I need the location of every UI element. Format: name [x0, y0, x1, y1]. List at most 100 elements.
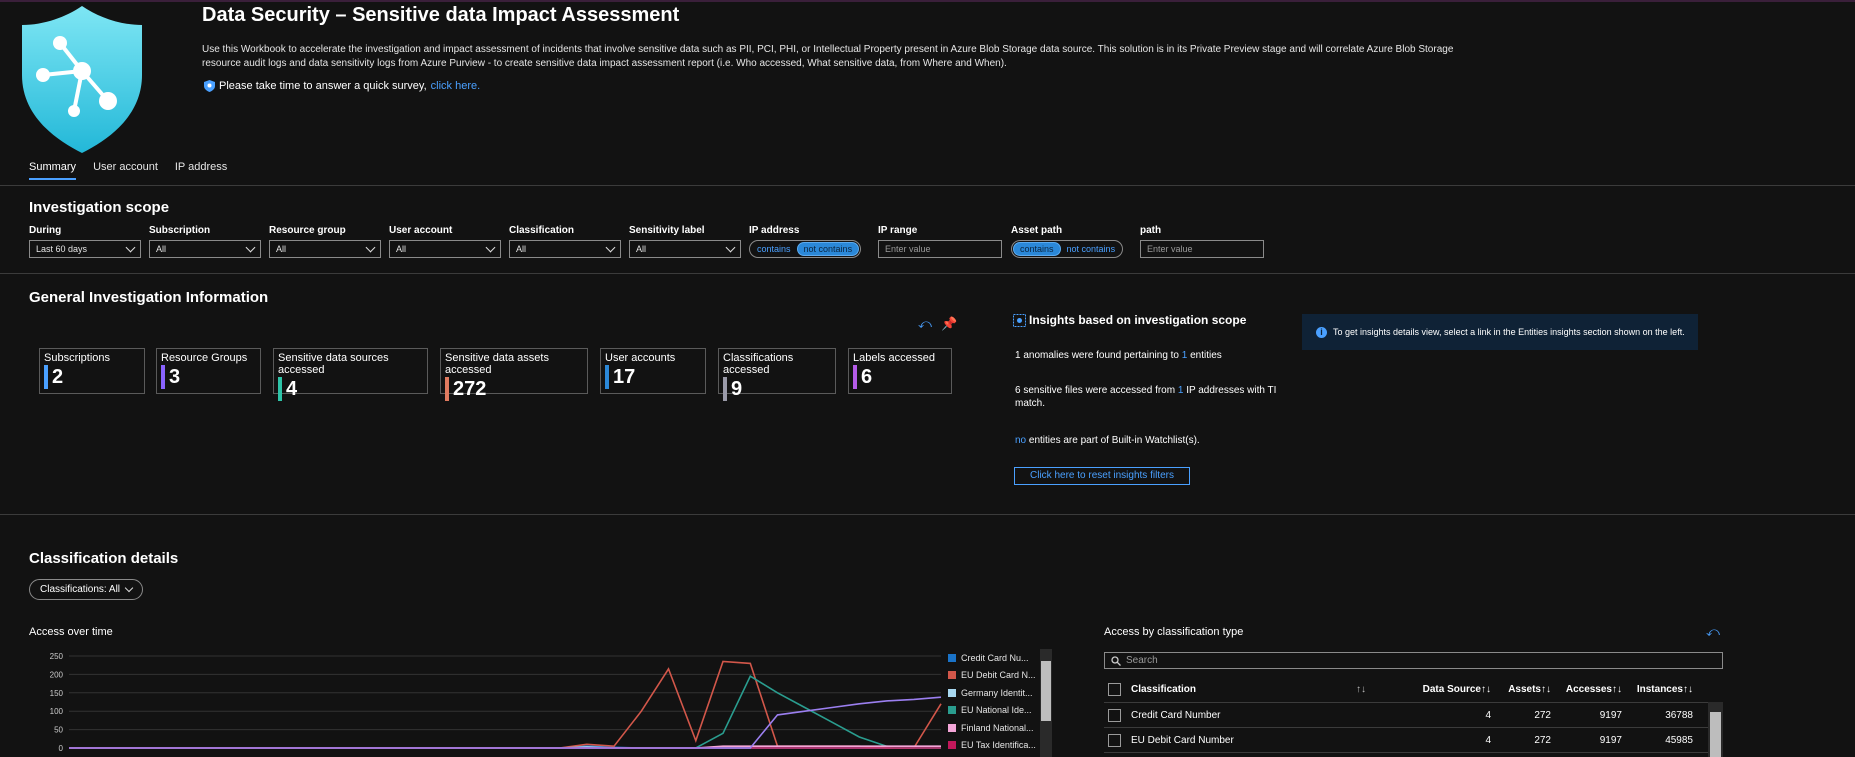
table-scrollbar[interactable] — [1708, 702, 1723, 757]
insight-watchlist-link[interactable]: no — [1015, 435, 1026, 446]
user-account-dropdown[interactable]: All — [389, 240, 501, 258]
cell-data-source: 4 — [1485, 734, 1491, 746]
ip-not-contains-option[interactable]: not contains — [796, 242, 860, 256]
series-line-3[interactable] — [69, 675, 941, 749]
access-over-time-chart: 250 200 150 100 50 0 — [50, 652, 942, 753]
subscription-dropdown[interactable]: All — [149, 240, 261, 258]
tile-sensitive-data-sources[interactable]: Sensitive data sources accessed 4 — [273, 348, 428, 401]
chevron-down-icon — [124, 583, 134, 593]
legend-item[interactable]: Finland National... — [948, 719, 1054, 737]
row-checkbox[interactable] — [1108, 708, 1121, 722]
col-accesses[interactable]: Accesses↑↓ — [1551, 684, 1622, 695]
insight-entities-link[interactable]: 1 — [1182, 350, 1188, 361]
legend-item[interactable]: EU Debit Card N... — [948, 667, 1054, 685]
classifications-filter[interactable]: Classifications: All — [29, 579, 144, 600]
workbook-description: Use this Workbook to accelerate the inve… — [202, 44, 1454, 69]
subscription-label: Subscription — [149, 225, 211, 236]
path-label: path — [1140, 225, 1162, 236]
tile-classifications[interactable]: Classifications accessed 9 — [718, 348, 836, 401]
col-data-source[interactable]: Data Source↑↓ — [1401, 684, 1491, 695]
insights-header: Insights based on investigation scope — [1013, 313, 1246, 327]
insight-text: IP addresses with TI — [1186, 385, 1277, 396]
sensitivity-value: All — [636, 244, 647, 254]
resource-group-value: All — [276, 244, 287, 254]
divider — [0, 273, 1855, 274]
chevron-down-icon — [605, 242, 616, 253]
classification-details-title: Classification details — [29, 550, 179, 567]
legend-item[interactable]: Germany Identit... — [948, 684, 1054, 702]
tab-summary[interactable]: Summary — [29, 161, 77, 180]
insight-ip-link[interactable]: 1 — [1178, 385, 1184, 396]
classification-table: Classification ↑↓ Data Source↑↓ Assets↑↓… — [1104, 677, 1723, 753]
tile-label: Resource Groups — [161, 352, 248, 364]
path-input[interactable]: Enter value — [1140, 240, 1264, 258]
chevron-down-icon — [725, 242, 736, 253]
tile-label: Subscriptions — [44, 352, 111, 364]
row-checkbox[interactable] — [1108, 733, 1121, 747]
pin-icon[interactable]: 📌 — [941, 316, 957, 332]
tile-value: 17 — [613, 365, 636, 388]
resource-group-dropdown[interactable]: All — [269, 240, 381, 258]
y-tick-label: 150 — [50, 689, 64, 698]
classifications-filter-label: Classifications: All — [40, 584, 121, 595]
tile-value: 272 — [453, 377, 487, 400]
sensitivity-label-dropdown[interactable]: All — [629, 240, 741, 258]
asset-contains-option[interactable]: contains — [1013, 242, 1061, 256]
tile-sensitive-data-assets[interactable]: Sensitive data assets accessed 272 — [440, 348, 588, 401]
select-all-checkbox[interactable] — [1108, 683, 1121, 696]
insight-anomalies: 1 anomalies were found pertaining to 1 e… — [1015, 349, 1222, 362]
col-classification[interactable]: Classification — [1131, 684, 1356, 695]
resource-group-label: Resource group — [269, 225, 346, 236]
col-instances[interactable]: Instances↑↓ — [1622, 684, 1693, 695]
asset-not-contains-option[interactable]: not contains — [1061, 243, 1122, 255]
cell-accesses: 9197 — [1599, 734, 1622, 746]
tile-color-bar — [161, 365, 165, 389]
search-placeholder: Search — [1126, 655, 1158, 666]
undo-icon[interactable]: ⤺ — [918, 316, 934, 332]
legend-item[interactable]: Credit Card Nu... — [948, 649, 1054, 667]
asset-path-toggle[interactable]: contains not contains — [1011, 240, 1124, 258]
tab-bar: Summary User account IP address — [29, 161, 227, 180]
tile-label: Sensitive data sources accessed — [278, 352, 389, 376]
survey-link[interactable]: click here. — [431, 80, 481, 92]
tile-color-bar — [278, 377, 282, 401]
tile-value: 9 — [731, 377, 743, 400]
col-assets[interactable]: Assets↑↓ — [1491, 684, 1551, 695]
ip-address-toggle[interactable]: contains not contains — [749, 240, 862, 258]
classification-dropdown[interactable]: All — [509, 240, 621, 258]
legend-label: Germany Identit... — [961, 687, 1033, 698]
tab-ip-address[interactable]: IP address — [175, 161, 227, 180]
series-line-6[interactable] — [69, 696, 942, 749]
tab-user-account[interactable]: User account — [93, 161, 158, 180]
sensitivity-label-label: Sensitivity label — [629, 225, 705, 236]
ip-contains-option[interactable]: contains — [751, 243, 797, 255]
tile-label: Sensitive data assets accessed — [445, 352, 549, 376]
tile-label: Classifications accessed — [723, 352, 794, 376]
reset-insights-button[interactable]: Click here to reset insights filters — [1014, 467, 1190, 485]
access-over-time-title: Access over time — [29, 626, 113, 638]
tile-resource-groups[interactable]: Resource Groups 3 — [156, 348, 261, 394]
legend-item[interactable]: EU Tax Identifica... — [948, 737, 1054, 755]
chart-legend: Credit Card Nu... EU Debit Card N... Germa… — [948, 649, 1054, 757]
refresh-icon[interactable]: ⤺ — [1706, 624, 1720, 640]
tile-color-bar — [44, 365, 48, 389]
legend-item[interactable]: EU National Ide... — [948, 702, 1054, 720]
insight-ti-match: 6 sensitive files were accessed from 1 I… — [1015, 384, 1276, 410]
legend-scrollbar[interactable] — [1040, 649, 1052, 757]
access-by-type-title: Access by classification type — [1104, 626, 1244, 638]
tile-subscriptions[interactable]: Subscriptions 2 — [39, 348, 145, 394]
ip-range-input[interactable]: Enter value — [878, 240, 1002, 258]
col-sort[interactable]: ↑↓ — [1356, 684, 1401, 695]
during-dropdown[interactable]: Last 60 days — [29, 240, 141, 258]
tile-color-bar — [445, 377, 449, 401]
cell-accesses: 9197 — [1599, 709, 1622, 721]
tile-user-accounts[interactable]: User accounts 17 — [600, 348, 706, 394]
classification-search[interactable]: Search — [1104, 652, 1723, 669]
table-row[interactable]: Credit Card Number 4 272 9197 36788 — [1104, 703, 1723, 728]
table-row[interactable]: EU Debit Card Number 4 272 9197 45985 — [1104, 728, 1723, 753]
info-icon: i — [1316, 326, 1327, 338]
cell-data-source: 4 — [1485, 709, 1491, 721]
tile-labels-accessed[interactable]: Labels accessed 6 — [848, 348, 952, 394]
cell-classification: Credit Card Number — [1131, 709, 1221, 721]
search-icon — [1111, 655, 1121, 666]
